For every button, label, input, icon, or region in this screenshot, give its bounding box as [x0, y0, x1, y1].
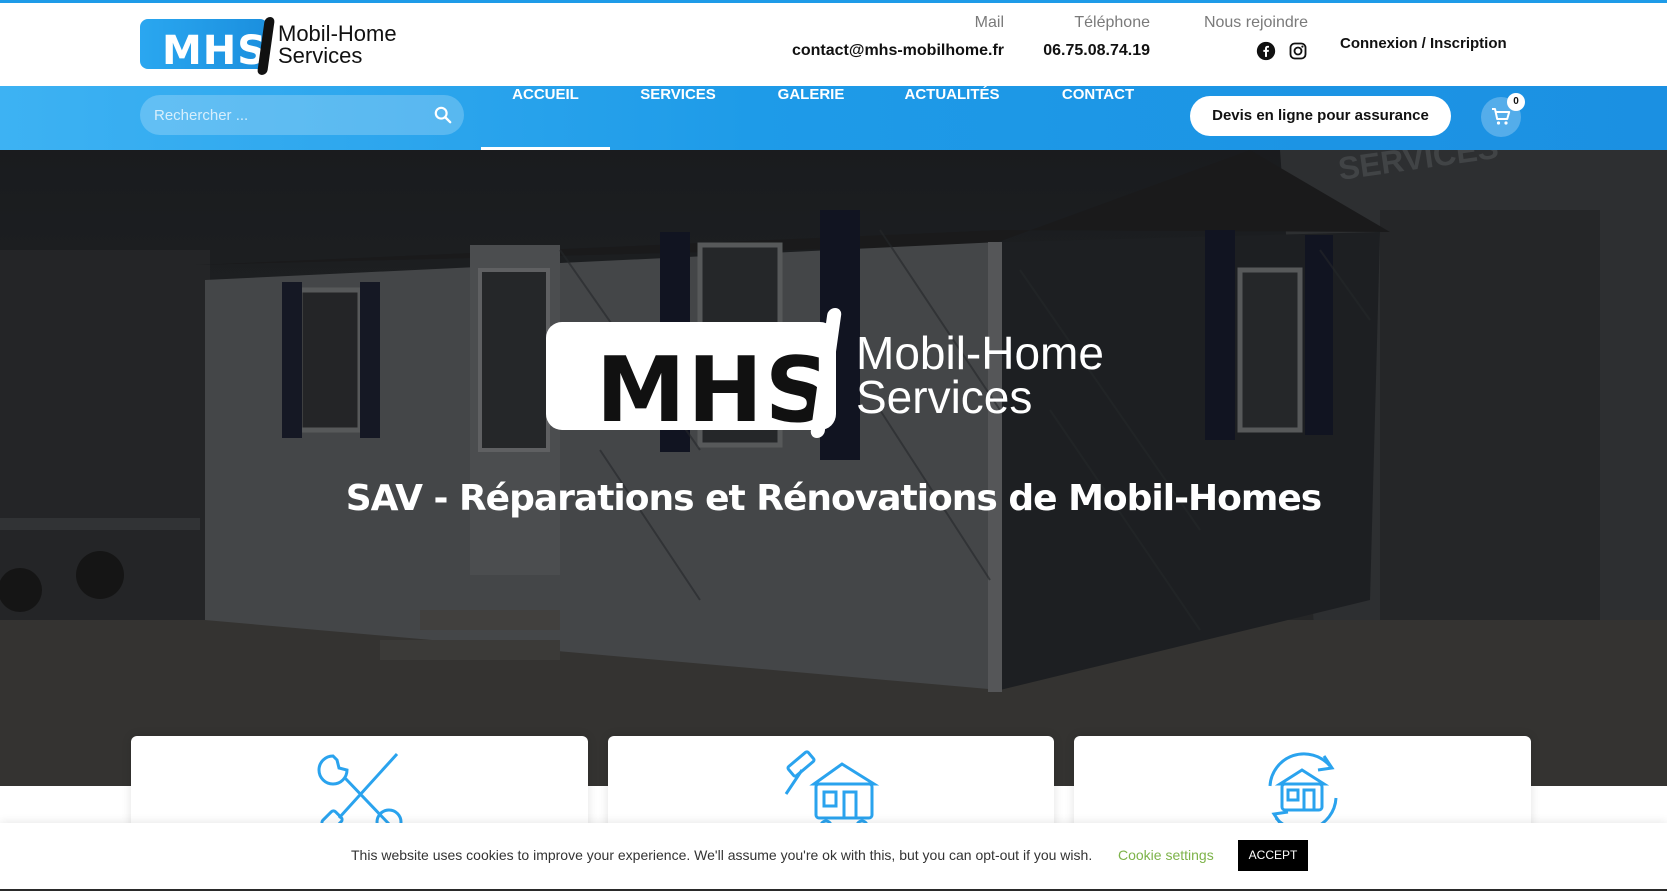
mail-link[interactable]: contact@mhs-mobilhome.fr [790, 41, 1004, 61]
search-input[interactable] [154, 95, 424, 135]
hero-logo-line1: Mobil-Home [856, 327, 1104, 379]
search-box [140, 95, 464, 135]
logo-line2: Services [278, 43, 363, 68]
facebook-icon[interactable] [1256, 41, 1276, 61]
logo-line1: Mobil-Home [278, 21, 397, 46]
instagram-icon[interactable] [1288, 41, 1308, 61]
cart-button[interactable]: 0 [1481, 93, 1525, 137]
nav-item-services[interactable]: SERVICES [626, 86, 730, 150]
main-nav: ACCUEIL SERVICES GALERIE ACTUALITÉS CONT… [0, 86, 1667, 150]
mail-block: Mail contact@mhs-mobilhome.fr [790, 13, 1004, 61]
nav-item-accueil[interactable]: ACCUEIL [481, 86, 610, 150]
hero-logo: MHS Mobil-Home Services [546, 308, 1116, 438]
quote-button[interactable]: Devis en ligne pour assurance [1190, 96, 1451, 136]
search-icon[interactable] [434, 106, 452, 124]
social-label: Nous rejoindre [1203, 14, 1308, 31]
cookie-settings-link[interactable]: Cookie settings [1118, 847, 1214, 863]
hero-logo-mark: MHS [596, 338, 832, 443]
mail-label: Mail [974, 14, 1004, 31]
social-icons [1190, 41, 1308, 61]
social-block: Nous rejoindre [1190, 13, 1308, 61]
hero-title: SAV - Réparations et Rénovations de Mobi… [345, 478, 1323, 519]
phone-label: Téléphone [1074, 14, 1150, 31]
login-link[interactable]: Connexion / Inscription [1340, 35, 1507, 52]
cart-icon [1492, 108, 1511, 125]
nav-item-galerie[interactable]: GALERIE [765, 86, 857, 150]
hero-logo-line2: Services [856, 371, 1033, 423]
phone-block: Téléphone 06.75.08.74.19 [1030, 13, 1150, 61]
site-header: MHS Mobil-Home Services Mail contact@mhs… [0, 3, 1667, 86]
cookie-banner: This website uses cookies to improve you… [0, 823, 1667, 891]
phone-link[interactable]: 06.75.08.74.19 [1030, 41, 1150, 61]
logo-box: MHS [140, 19, 268, 74]
cart-count: 0 [1507, 93, 1525, 111]
logo-mark: MHS [162, 28, 268, 74]
site-logo[interactable]: MHS Mobil-Home Services [140, 13, 400, 75]
hero-logo-box: MHS [546, 322, 836, 436]
cookie-message: This website uses cookies to improve you… [351, 847, 1093, 863]
hero-banner: SERVICES [0, 150, 1667, 786]
hero-background-image: SERVICES [0, 150, 1667, 786]
nav-item-actualites[interactable]: ACTUALITÉS [892, 86, 1012, 150]
nav-item-contact[interactable]: CONTACT [1051, 86, 1145, 150]
cookie-accept-button[interactable]: ACCEPT [1238, 840, 1308, 871]
